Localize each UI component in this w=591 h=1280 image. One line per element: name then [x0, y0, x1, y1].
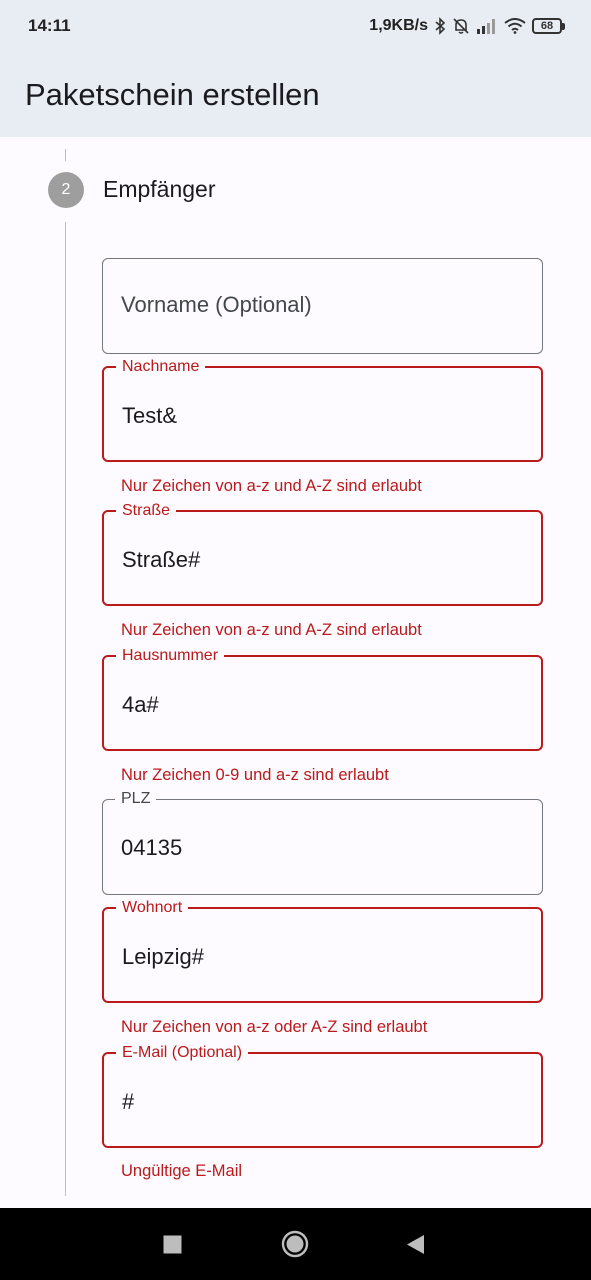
email-field[interactable]: E-Mail (Optional) #	[102, 1043, 543, 1148]
plz-field[interactable]: PLZ 04135	[102, 789, 543, 895]
wohnort-label: Wohnort	[116, 898, 189, 918]
hausnummer-field[interactable]: Hausnummer 4a#	[102, 646, 543, 751]
strasse-value: Straße#	[122, 547, 201, 572]
email-value: #	[122, 1089, 135, 1114]
status-icons: 1,9KB/s 68	[369, 17, 565, 35]
network-speed: 1,9KB/s	[369, 17, 428, 34]
strasse-error: Nur Zeichen von a-z und A-Z sind erlaubt	[121, 621, 422, 639]
plz-label: PLZ	[115, 789, 157, 809]
bluetooth-icon	[434, 17, 446, 35]
recents-square-icon[interactable]	[163, 1235, 182, 1259]
status-time: 14:11	[28, 16, 71, 35]
signal-icon	[476, 18, 498, 34]
email-label: E-Mail (Optional)	[116, 1043, 249, 1063]
strasse-field[interactable]: Straße Straße#	[102, 501, 543, 606]
wohnort-error: Nur Zeichen von a-z oder A-Z sind erlaub…	[121, 1018, 428, 1036]
page-title: Paketschein erstellen	[25, 76, 320, 112]
hausnummer-error: Nur Zeichen 0-9 und a-z sind erlaubt	[121, 766, 389, 784]
status-bar: 14:11 1,9KB/s 68	[0, 0, 591, 52]
hausnummer-label: Hausnummer	[116, 646, 225, 666]
stepper-connector-top	[65, 149, 66, 161]
nachname-field[interactable]: Nachname Test&	[102, 357, 543, 462]
battery-level: 68	[532, 18, 562, 34]
home-circle-icon[interactable]	[281, 1230, 309, 1263]
plz-value: 04135	[121, 835, 183, 860]
bell-off-icon	[452, 17, 470, 35]
stepper-connector-line	[65, 222, 66, 1196]
back-triangle-icon[interactable]	[406, 1234, 425, 1260]
battery-icon: 68	[532, 18, 565, 34]
vorname-field[interactable]: Vorname (Optional)	[102, 258, 543, 354]
step-number-badge[interactable]: 2	[48, 172, 84, 208]
strasse-label: Straße	[116, 501, 177, 521]
nachname-error: Nur Zeichen von a-z und A-Z sind erlaubt	[121, 477, 422, 495]
step-title[interactable]: Empfänger	[103, 176, 216, 203]
email-error: Ungültige E-Mail	[121, 1162, 243, 1180]
wifi-icon	[504, 18, 526, 34]
vorname-placeholder: Vorname (Optional)	[121, 292, 312, 317]
app-bar: Paketschein erstellen	[0, 52, 591, 137]
hausnummer-value: 4a#	[122, 692, 159, 717]
nachname-value: Test&	[122, 403, 178, 428]
wohnort-field[interactable]: Wohnort Leipzig#	[102, 898, 543, 1003]
system-nav-bar	[0, 1208, 591, 1280]
wohnort-value: Leipzig#	[122, 944, 204, 969]
nachname-label: Nachname	[116, 357, 206, 377]
